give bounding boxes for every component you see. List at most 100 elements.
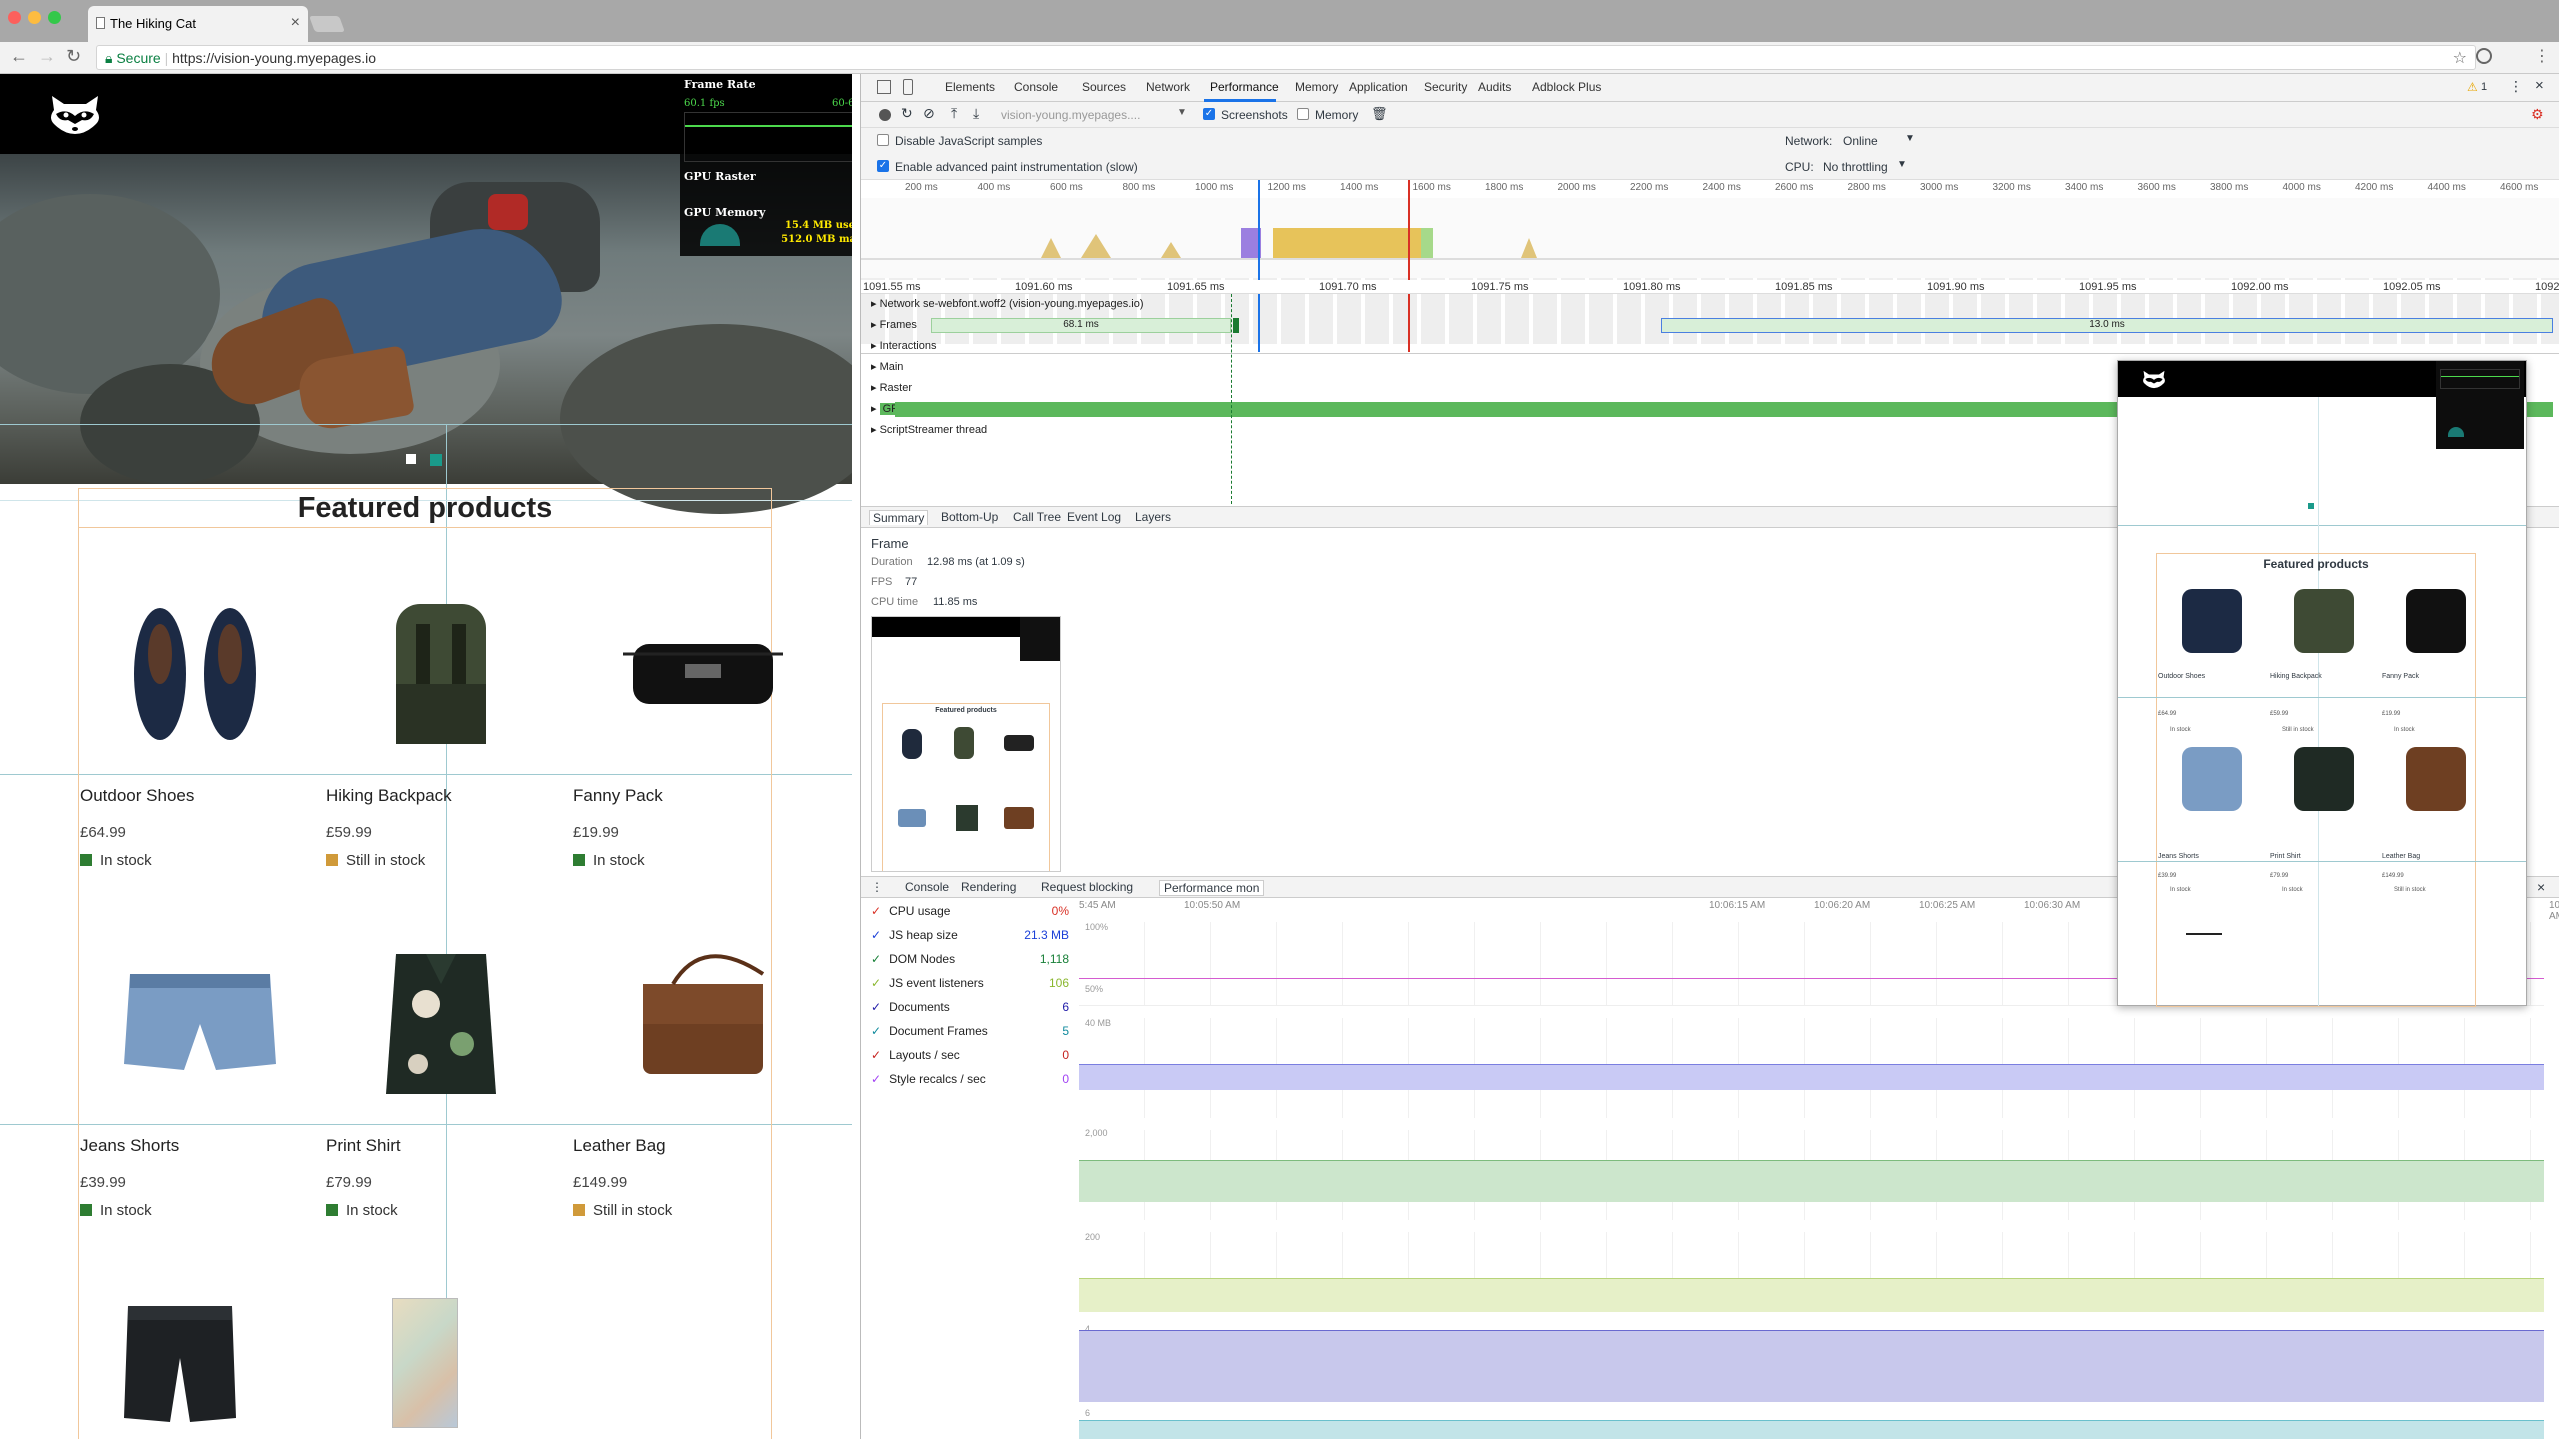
network-throttle-select[interactable]: Online: [1843, 134, 1878, 148]
minimize-window-button[interactable]: [28, 11, 41, 24]
tab-security[interactable]: Security: [1424, 80, 1467, 94]
product-name[interactable]: Fanny Pack: [573, 786, 663, 806]
track-frames[interactable]: ▸ Frames 68.1 ms 13.0 ms: [861, 315, 2559, 336]
details-tab-summary[interactable]: Summary: [869, 510, 929, 525]
metric-row[interactable]: ✓ CPU usage 0%: [871, 904, 1069, 924]
tab-console[interactable]: Console: [1014, 80, 1058, 94]
metric-row[interactable]: ✓ JS event listeners 106: [871, 976, 1069, 996]
product-image[interactable]: [366, 584, 546, 754]
cpu-throttle-select[interactable]: No throttling: [1823, 160, 1888, 174]
save-profile-icon[interactable]: ⤓: [973, 105, 979, 122]
back-arrow-icon[interactable]: ←: [10, 46, 28, 67]
product-image-shorts[interactable]: [120, 1298, 240, 1428]
tab-sources[interactable]: Sources: [1082, 80, 1126, 94]
drawer-tab-performance-mon[interactable]: Performance mon: [1159, 880, 1265, 896]
devtools-menu-icon[interactable]: ⋮: [2509, 78, 2523, 95]
performance-options: Disable JavaScript samples ✓ Enable adva…: [861, 128, 2559, 180]
network-request-item[interactable]: se-webfont.woff2 (vision-young.myepages.…: [923, 298, 1144, 310]
product-image[interactable]: [613, 584, 793, 754]
frame-block-selected[interactable]: [1233, 318, 1239, 333]
summary-title: Frame: [871, 536, 909, 551]
drawer-tab-rendering[interactable]: Rendering: [961, 880, 1016, 894]
details-tab-bottom-up[interactable]: Bottom-Up: [941, 510, 998, 524]
product-name[interactable]: Leather Bag: [573, 1136, 666, 1156]
metric-checkbox[interactable]: ✓: [871, 1000, 881, 1014]
metric-checkbox[interactable]: ✓: [871, 1048, 881, 1062]
close-window-button[interactable]: [8, 11, 21, 24]
frame-block[interactable]: 13.0 ms: [1661, 318, 2553, 333]
screenshots-checkbox[interactable]: ✓: [1203, 108, 1215, 120]
track-network[interactable]: ▸ Network se-webfont.woff2 (vision-young…: [861, 294, 2559, 315]
product-image[interactable]: [120, 934, 300, 1104]
memory-checkbox[interactable]: [1297, 108, 1309, 120]
drawer-menu-icon[interactable]: ⋮: [871, 880, 883, 894]
warning-icon[interactable]: ⚠: [2467, 80, 2478, 94]
device-toolbar-icon[interactable]: [903, 79, 913, 95]
product-name[interactable]: Hiking Backpack: [326, 786, 452, 806]
menu-icon[interactable]: ⋮: [2534, 46, 2550, 66]
browser-toolbar: ← → ↻ 🔒︎ Secure | https://vision-young.m…: [0, 42, 2559, 74]
gpu-mem-max: 512.0 MB max: [781, 234, 852, 245]
metric-row[interactable]: ✓ JS heap size 21.3 MB: [871, 928, 1069, 948]
product-name[interactable]: Jeans Shorts: [80, 1136, 179, 1156]
carousel-dot-active[interactable]: [430, 454, 442, 466]
tab-application[interactable]: Application: [1349, 80, 1408, 94]
track-interactions[interactable]: ▸ Interactions: [861, 336, 2559, 357]
details-tab-event-log[interactable]: Event Log: [1067, 510, 1121, 524]
trash-icon[interactable]: 🗑︎: [1371, 106, 1388, 122]
tab-audits[interactable]: Audits: [1478, 80, 1511, 94]
star-bookmark-icon[interactable]: ☆: [2453, 48, 2467, 68]
recording-select[interactable]: vision-young.myepages....: [1001, 108, 1140, 122]
maximize-window-button[interactable]: [48, 11, 61, 24]
metric-row[interactable]: ✓ Document Frames 5: [871, 1024, 1069, 1044]
metric-row[interactable]: ✓ Style recalcs / sec 0: [871, 1072, 1069, 1092]
disable-js-samples-checkbox[interactable]: [877, 134, 889, 146]
record-button[interactable]: [879, 109, 891, 121]
product-name[interactable]: Outdoor Shoes: [80, 786, 194, 806]
metric-checkbox[interactable]: ✓: [871, 952, 881, 966]
extension-icon[interactable]: [2476, 48, 2492, 64]
raccoon-logo-icon[interactable]: [46, 92, 104, 136]
advanced-paint-checkbox[interactable]: ✓: [877, 160, 889, 172]
metric-row[interactable]: ✓ DOM Nodes 1,118: [871, 952, 1069, 972]
details-tab-call-tree[interactable]: Call Tree: [1013, 510, 1061, 524]
tab-memory[interactable]: Memory: [1295, 80, 1338, 94]
browser-tab[interactable]: The Hiking Cat ×: [88, 6, 308, 42]
details-tab-layers[interactable]: Layers: [1135, 510, 1171, 524]
product-name[interactable]: Print Shirt: [326, 1136, 401, 1156]
tab-performance[interactable]: Performance: [1210, 80, 1279, 94]
address-bar[interactable]: 🔒︎ Secure | https://vision-young.myepage…: [96, 45, 2476, 70]
tab-elements[interactable]: Elements: [945, 80, 995, 94]
new-tab-button[interactable]: [309, 16, 345, 32]
close-devtools-icon[interactable]: ×: [2535, 77, 2544, 94]
settings-gear-icon[interactable]: ⚙: [2531, 106, 2544, 123]
drawer-tab-request-blocking[interactable]: Request blocking: [1041, 880, 1133, 894]
reload-record-icon[interactable]: ↻: [901, 105, 913, 122]
metric-checkbox[interactable]: ✓: [871, 904, 881, 918]
product-image[interactable]: [613, 934, 793, 1104]
product-image-map[interactable]: [392, 1298, 458, 1428]
frame-screenshot-thumbnail[interactable]: Featured products: [871, 616, 1061, 872]
carousel-dot[interactable]: [406, 454, 416, 464]
metric-checkbox[interactable]: ✓: [871, 976, 881, 990]
load-profile-icon[interactable]: ⤒: [951, 105, 957, 122]
tab-adblock-plus[interactable]: Adblock Plus: [1532, 80, 1601, 94]
tab-network[interactable]: Network: [1146, 80, 1190, 94]
reload-icon[interactable]: ↻: [66, 46, 81, 67]
product-image[interactable]: [120, 584, 300, 754]
clear-icon[interactable]: ⊘: [923, 105, 935, 122]
drawer-tab-console[interactable]: Console: [905, 880, 949, 894]
metric-row[interactable]: ✓ Layouts / sec 0: [871, 1048, 1069, 1068]
metric-row[interactable]: ✓ Documents 6: [871, 1000, 1069, 1020]
inspect-element-icon[interactable]: [877, 80, 891, 94]
metric-checkbox[interactable]: ✓: [871, 1024, 881, 1038]
flame-tick: 1091.55 ms: [863, 281, 921, 293]
frame-block[interactable]: 68.1 ms: [931, 318, 1231, 333]
thumb-title: Featured products: [935, 707, 997, 714]
close-drawer-icon[interactable]: ×: [2537, 879, 2545, 895]
metric-checkbox[interactable]: ✓: [871, 1072, 881, 1086]
metric-checkbox[interactable]: ✓: [871, 928, 881, 942]
forward-arrow-icon[interactable]: →: [38, 46, 56, 67]
product-image[interactable]: [366, 934, 546, 1104]
close-tab-icon[interactable]: ×: [291, 14, 300, 32]
